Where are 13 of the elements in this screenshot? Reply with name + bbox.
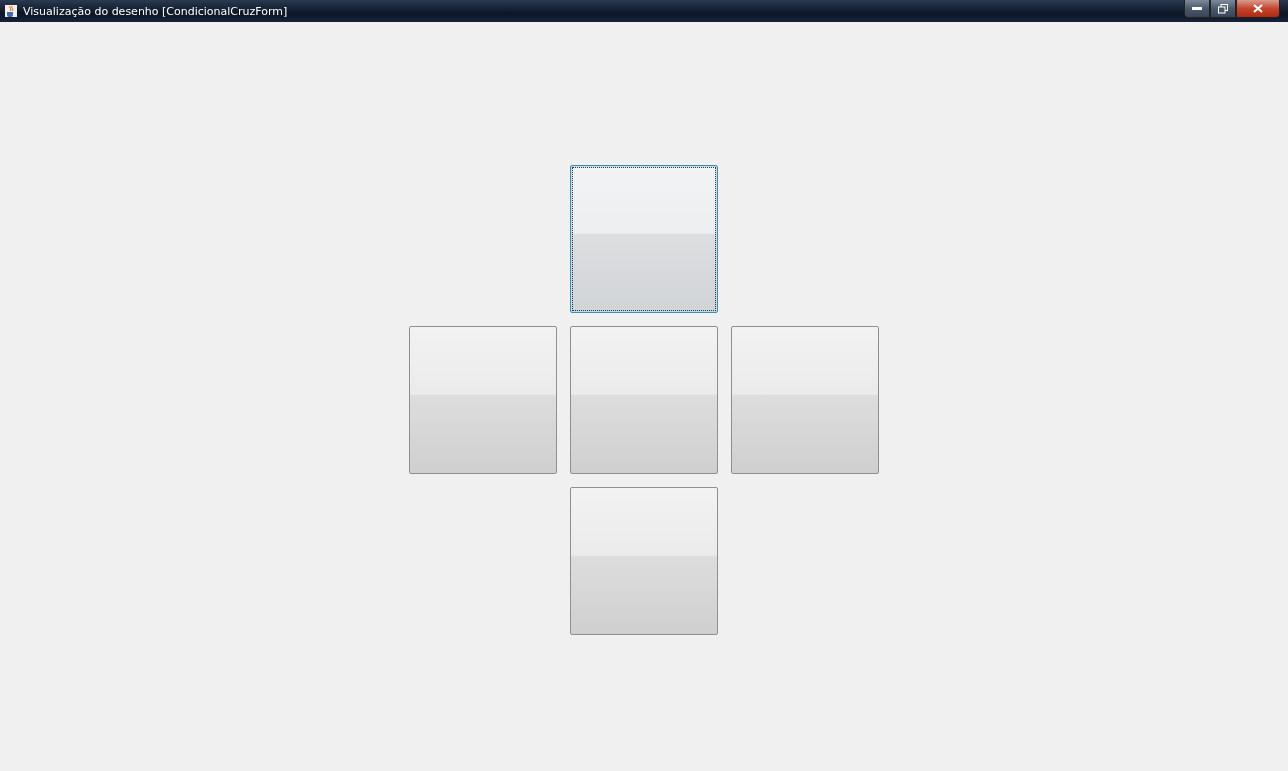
blank-button[interactable] [570, 165, 718, 313]
blank-button[interactable] [409, 326, 557, 474]
minimize-icon [1192, 6, 1202, 11]
minimize-button[interactable] [1184, 0, 1210, 18]
window-title: Visualização do desenho [CondicionalCruzForm] [23, 4, 289, 18]
blank-button[interactable] [731, 326, 879, 474]
java-cup-icon [4, 4, 18, 18]
maximize-button[interactable] [1210, 0, 1236, 18]
restore-icon [1218, 3, 1228, 14]
blank-button[interactable] [570, 326, 718, 474]
close-icon [1253, 4, 1263, 13]
close-button[interactable] [1236, 0, 1280, 18]
blank-button[interactable] [570, 487, 718, 635]
